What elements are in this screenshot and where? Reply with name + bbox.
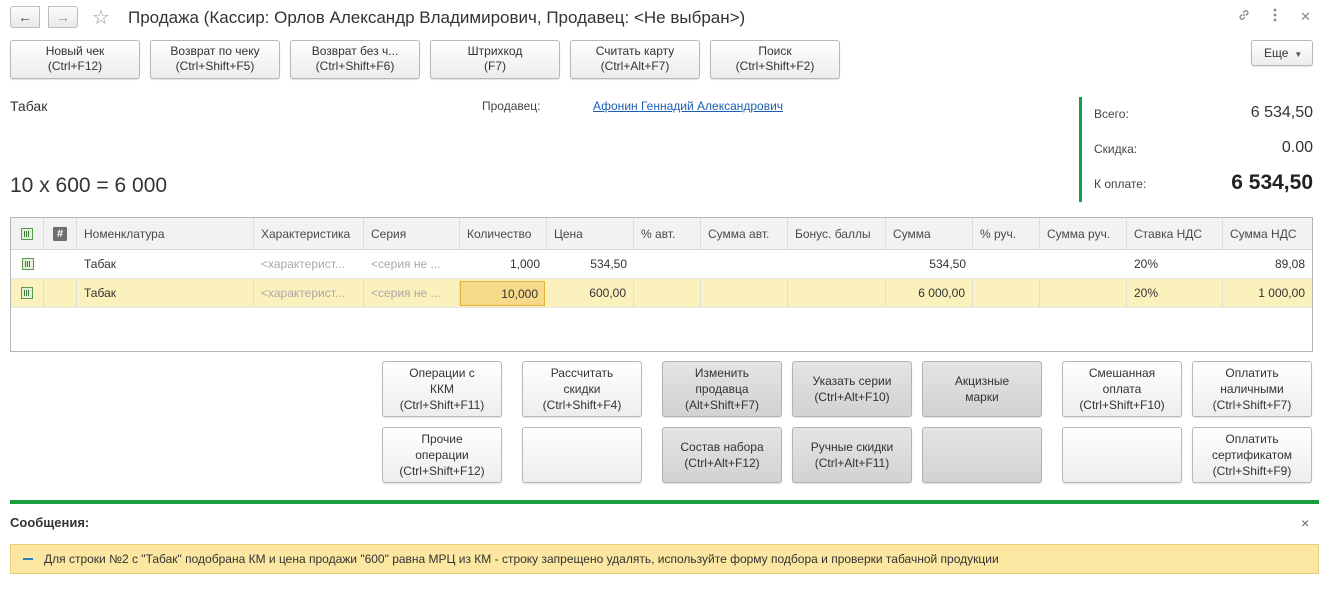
calculate-discounts-button[interactable]: Рассчитать скидки (Ctrl+Shift+F4) (522, 361, 642, 417)
header-series[interactable]: Серия (364, 218, 460, 249)
calculation-line: 10 x 600 = 6 000 (10, 174, 168, 197)
change-seller-button[interactable]: Изменить продавца (Alt+Shift+F7) (662, 361, 782, 417)
messages-title: Сообщения: (10, 515, 90, 530)
arrow-left-icon: ← (18, 9, 32, 25)
more-vertical-icon[interactable] (1272, 7, 1278, 26)
favorite-star-icon[interactable]: ☆ (92, 5, 110, 30)
header-characteristic[interactable]: Характеристика (254, 218, 364, 249)
table-row[interactable]: Табак <характерист... <серия не ... 1,00… (11, 250, 1312, 279)
total-label: Всего: (1094, 107, 1129, 121)
header-vat-sum[interactable]: Сумма НДС (1223, 218, 1312, 249)
message-dash-icon (23, 558, 33, 560)
set-series-button[interactable]: Указать серии (Ctrl+Alt+F10) (792, 361, 912, 417)
return-without-receipt-button[interactable]: Возврат без ч... (Ctrl+Shift+F6) (290, 40, 420, 79)
row-characteristic[interactable]: <характерист... (254, 279, 364, 307)
header-mark-column[interactable] (11, 218, 44, 249)
row-price[interactable]: 534,50 (547, 250, 634, 278)
row-nomenclature[interactable]: Табак (77, 279, 254, 307)
seller-label: Продавец: (482, 99, 541, 113)
header-quantity[interactable]: Количество (460, 218, 547, 249)
pay-value: 6 534,50 (1231, 171, 1313, 194)
hash-icon: # (53, 226, 67, 241)
forward-button[interactable]: → (48, 6, 78, 28)
kit-content-button[interactable]: Состав набора (Ctrl+Alt+F12) (662, 427, 782, 483)
pay-certificate-button[interactable]: Оплатить сертификатом (Ctrl+Shift+F9) (1192, 427, 1312, 483)
header-price[interactable]: Цена (547, 218, 634, 249)
row-bonus[interactable] (788, 279, 886, 307)
pay-cash-button[interactable]: Оплатить наличными (Ctrl+Shift+F7) (1192, 361, 1312, 417)
row-series[interactable]: <серия не ... (364, 279, 460, 307)
discount-label: Скидка: (1094, 142, 1138, 156)
excise-mark-icon (21, 287, 33, 299)
header-manual-percent[interactable]: % руч. (973, 218, 1040, 249)
mixed-payment-button[interactable]: Смешанная оплата (Ctrl+Shift+F10) (1062, 361, 1182, 417)
search-button[interactable]: Поиск (Ctrl+Shift+F2) (710, 40, 840, 79)
return-by-receipt-button[interactable]: Возврат по чеку (Ctrl+Shift+F5) (150, 40, 280, 79)
discount-value: 0.00 (1281, 139, 1313, 156)
table-header: # Номенклатура Характеристика Серия Коли… (11, 218, 1312, 250)
row-vat-sum[interactable]: 89,08 (1223, 250, 1312, 278)
back-button[interactable]: ← (10, 6, 40, 28)
row-manual-sum[interactable] (1040, 279, 1127, 307)
manual-discounts-button[interactable]: Ручные скидки (Ctrl+Alt+F11) (792, 427, 912, 483)
header-manual-sum[interactable]: Сумма руч. (1040, 218, 1127, 249)
row-vat-rate[interactable]: 20% (1127, 279, 1223, 307)
chevron-down-icon: ▼ (1294, 50, 1303, 59)
header-number-column[interactable]: # (44, 218, 77, 249)
header-bonus-points[interactable]: Бонус. баллы (788, 218, 886, 249)
row-series[interactable]: <серия не ... (364, 250, 460, 278)
row-vat-rate[interactable]: 20% (1127, 250, 1223, 278)
row-manual-percent[interactable] (973, 279, 1040, 307)
more-button[interactable]: Еще ▼ (1251, 40, 1313, 66)
empty-button-2[interactable] (922, 427, 1042, 483)
current-product-name: Табак (10, 98, 48, 114)
link-icon[interactable] (1237, 8, 1251, 25)
row-number-cell (44, 279, 77, 307)
table-row-selected[interactable]: Табак <характерист... <серия не ... 10,0… (11, 279, 1312, 308)
total-value: 6 534,50 (1250, 104, 1313, 121)
seller-link[interactable]: Афонин Геннадий Александрович (593, 99, 783, 113)
row-sum[interactable]: 6 000,00 (886, 279, 973, 307)
arrow-right-icon: → (56, 9, 70, 25)
row-sum[interactable]: 534,50 (886, 250, 973, 278)
kkm-operations-button[interactable]: Операции с ККМ (Ctrl+Shift+F11) (382, 361, 502, 417)
message-text: Для строки №2 с "Табак" подобрана КМ и ц… (44, 552, 999, 566)
header-sum[interactable]: Сумма (886, 218, 973, 249)
row-vat-sum[interactable]: 1 000,00 (1223, 279, 1312, 307)
excise-mark-icon (21, 258, 34, 270)
row-characteristic[interactable]: <характерист... (254, 250, 364, 278)
header-auto-sum[interactable]: Сумма авт. (701, 218, 788, 249)
row-auto-percent[interactable] (634, 279, 701, 307)
row-quantity[interactable]: 1,000 (460, 250, 547, 278)
goods-table[interactable]: # Номенклатура Характеристика Серия Коли… (10, 217, 1313, 352)
row-mark-cell (11, 250, 44, 278)
messages-divider (10, 500, 1319, 504)
pay-label: К оплате: (1094, 177, 1147, 191)
header-vat-rate[interactable]: Ставка НДС (1127, 218, 1223, 249)
totals-panel: Всего: 6 534,50 Скидка: 0.00 К оплате: 6… (1079, 97, 1319, 202)
row-auto-sum[interactable] (701, 279, 788, 307)
quantity-edit-field[interactable]: 10,000 (460, 281, 545, 306)
header-nomenclature[interactable]: Номенклатура (77, 218, 254, 249)
excise-mark-icon (21, 227, 33, 240)
empty-button-1[interactable] (522, 427, 642, 483)
barcode-button[interactable]: Штрихкод (F7) (430, 40, 560, 79)
row-nomenclature[interactable]: Табак (77, 250, 254, 278)
close-icon[interactable]: × (1301, 515, 1309, 531)
empty-button-3[interactable] (1062, 427, 1182, 483)
message-item[interactable]: Для строки №2 с "Табак" подобрана КМ и ц… (10, 544, 1319, 574)
title-bar: ← → ☆ Продажа (Кассир: Орлов Александр В… (0, 0, 1330, 36)
read-card-button[interactable]: Считать карту (Ctrl+Alt+F7) (570, 40, 700, 79)
close-icon[interactable]: ✕ (1300, 9, 1311, 25)
row-price[interactable]: 600,00 (547, 279, 634, 307)
excise-marks-button[interactable]: Акцизные марки (922, 361, 1042, 417)
other-operations-button[interactable]: Прочие операции (Ctrl+Shift+F12) (382, 427, 502, 483)
header-auto-percent[interactable]: % авт. (634, 218, 701, 249)
row-mark-cell (11, 279, 44, 307)
new-receipt-button[interactable]: Новый чек (Ctrl+F12) (10, 40, 140, 79)
window-title: Продажа (Кассир: Орлов Александр Владими… (128, 8, 746, 27)
